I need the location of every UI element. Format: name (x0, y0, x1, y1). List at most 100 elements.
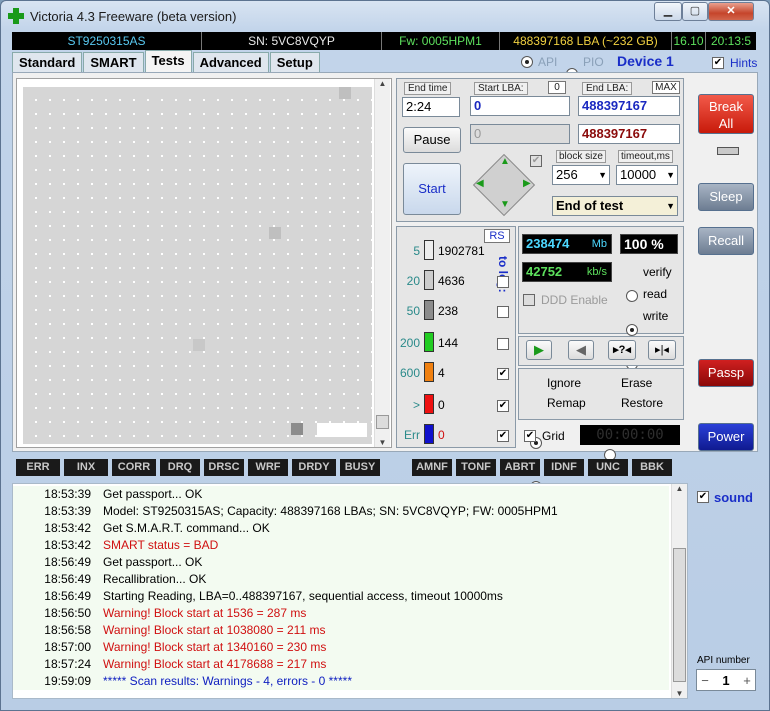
end-lba-label: End LBA: (582, 82, 633, 95)
log-time: 19:59:09 (44, 674, 91, 688)
pause-button[interactable]: Pause (403, 127, 461, 153)
log-time: 18:53:39 (44, 504, 91, 518)
device-label[interactable]: Device 1 (617, 53, 674, 69)
log-scroll-thumb[interactable] (673, 548, 686, 682)
grid-end (317, 423, 367, 437)
log-time: 18:56:49 (44, 555, 91, 569)
play-forward-icon[interactable]: ▶ (526, 340, 552, 360)
event-log[interactable]: 18:53:39 Get passport... OK 18:53:39 Model:… (12, 483, 688, 699)
start-lba-field[interactable]: 0 (470, 96, 570, 116)
grid-block-slower (291, 423, 303, 435)
scroll-thumb[interactable] (376, 415, 389, 429)
verify-radio[interactable] (626, 290, 638, 302)
percent-unit: % (651, 236, 664, 252)
passp-button[interactable]: Passp (698, 359, 754, 387)
read-label: read (643, 287, 668, 301)
play-backward-icon[interactable]: ◀ (568, 340, 594, 360)
sound-checkbox[interactable]: ✔ (697, 491, 709, 503)
log-time: 18:56:49 (44, 572, 91, 586)
api-number-stepper[interactable]: − 1 + (696, 669, 756, 691)
max-button[interactable]: MAX (652, 81, 680, 94)
legend-drsc: DRSC (204, 459, 244, 476)
counter-label: 600 (399, 366, 420, 380)
start-lba-zero-button[interactable]: 0 (548, 81, 566, 94)
drive-capacity: 488397168 LBA (~232 GB) (500, 32, 672, 50)
read-radio[interactable] (626, 324, 638, 336)
ddd-label: DDD Enable (541, 293, 608, 307)
break-all-button[interactable]: Break All (698, 94, 754, 134)
error-legend: ERR INX CORR DRQ DRSC WRF DRDY BUSY AMNF TONF ABRT… (16, 459, 688, 477)
log-message: Starting Reading, LBA=0..488397167, sequ… (103, 589, 503, 603)
tab-standard[interactable]: Standard (12, 52, 83, 72)
scroll-down-icon[interactable]: ▼ (672, 689, 687, 698)
legend-tonf: TONF (456, 459, 496, 476)
decrement-button[interactable]: − (697, 673, 713, 688)
surface-scrollbar[interactable]: ▲ ▼ (374, 79, 390, 447)
log-entry: 18:53:39 Model: ST9250315AS; Capacity: 48… (13, 503, 669, 520)
reset-counters-button[interactable]: RS (484, 229, 510, 243)
timeout-label: timeout,ms (618, 150, 673, 163)
log-checkbox[interactable]: ✔ (497, 400, 509, 412)
arrow-down-icon[interactable]: ▼ (500, 199, 510, 210)
log-message: Warning! Block start at 1340160 = 230 ms (103, 640, 327, 654)
counter-value: 144 (438, 336, 459, 350)
power-button[interactable]: Power (698, 423, 754, 451)
legend-abrt: ABRT (500, 459, 540, 476)
block-size-value: 256 (556, 167, 578, 182)
legend-idnf: IDNF (544, 459, 584, 476)
log-entry: 18:57:24 Warning! Block start at 4178688 … (13, 656, 669, 673)
log-scrollbar[interactable]: ▲ ▼ (671, 484, 687, 698)
maximize-button[interactable]: ▢ (682, 2, 708, 21)
end-lba-field[interactable]: 488397167 (578, 96, 680, 116)
tab-tests[interactable]: Tests (144, 50, 192, 72)
log-checkbox[interactable] (497, 276, 509, 288)
random-seek-icon[interactable]: ▸?◂ (608, 340, 636, 360)
scroll-up-icon[interactable]: ▲ (672, 484, 687, 493)
sleep-button[interactable]: Sleep (698, 183, 754, 211)
increment-button[interactable]: + (739, 673, 755, 688)
tab-smart[interactable]: SMART (83, 52, 144, 72)
api-number-value[interactable]: 1 (713, 673, 739, 688)
counter-label: > (412, 398, 420, 412)
start-button[interactable]: Start (403, 163, 461, 215)
log-checkbox[interactable] (497, 338, 509, 350)
timeout-select[interactable]: 10000 ▼ (616, 165, 678, 185)
pio-label: PIO (583, 55, 604, 69)
remap-label: Remap (547, 396, 586, 410)
legend-drdy: DRDY (292, 459, 336, 476)
log-checkbox[interactable]: ✔ (497, 368, 509, 380)
ddd-checkbox[interactable] (523, 294, 535, 306)
arrow-left-icon[interactable]: ◀ (476, 178, 484, 189)
log-time: 18:57:24 (44, 657, 91, 671)
end-mode-select[interactable]: End of test ▼ (552, 196, 678, 216)
grid-checkbox[interactable]: ✔ (524, 430, 536, 442)
end-time-field[interactable]: 2:24 (402, 97, 460, 117)
tab-advanced[interactable]: Advanced (192, 52, 269, 72)
log-checkbox[interactable]: ✔ (497, 430, 509, 442)
close-button[interactable]: ✕ (708, 2, 754, 21)
api-radio[interactable] (521, 56, 533, 68)
recall-button[interactable]: Recall (698, 227, 754, 255)
hints-checkbox[interactable]: ✔ (712, 57, 724, 69)
counter-label: Err (404, 428, 420, 442)
log-checkbox[interactable] (497, 306, 509, 318)
block-size-select[interactable]: 256 ▼ (552, 165, 610, 185)
tab-setup[interactable]: Setup (269, 52, 320, 72)
start-lba-current: 0 (470, 124, 570, 144)
scroll-up-icon[interactable]: ▲ (375, 79, 390, 88)
grid-block-slow (269, 227, 281, 239)
arrow-up-icon[interactable]: ▲ (500, 156, 510, 167)
minimize-button[interactable]: ▁ (654, 2, 682, 21)
legend-bbk: BBK (632, 459, 672, 476)
butterfly-icon[interactable]: ▸|◂ (648, 340, 676, 360)
scroll-down-icon[interactable]: ▼ (375, 438, 390, 447)
pad-checkbox[interactable]: ✔ (530, 155, 542, 167)
log-entry: 18:56:49 Starting Reading, LBA=0..4883971… (13, 588, 669, 605)
arrow-right-icon[interactable]: ▶ (523, 178, 531, 189)
legend-wrf: WRF (248, 459, 288, 476)
chevron-down-icon: ▼ (666, 201, 675, 211)
log-entry: 18:56:58 Warning! Block start at 1038080 … (13, 622, 669, 639)
log-entry: 18:53:42 Get S.M.A.R.T. command... OK (13, 520, 669, 537)
direction-pad[interactable]: ▲ ▼ ◀ ▶ (472, 153, 536, 217)
grid-block-slow (339, 87, 351, 99)
